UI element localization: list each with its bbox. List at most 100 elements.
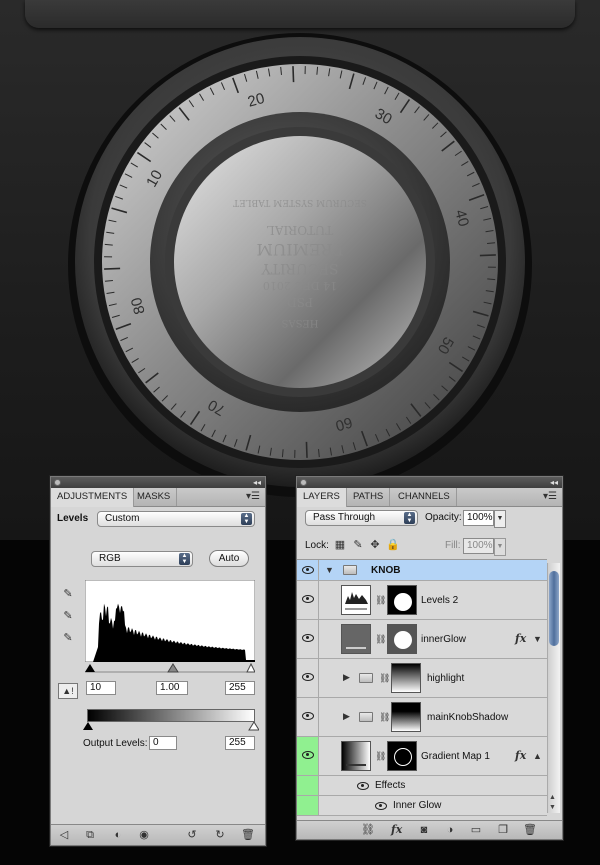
adjustment-layer-icon[interactable]: ◑: [443, 823, 457, 837]
panel-menu-icon[interactable]: ▾☰: [246, 491, 260, 502]
visibility-toggle[interactable]: [297, 737, 319, 775]
input-white-handle[interactable]: [246, 663, 255, 673]
collapse-icon[interactable]: ◂◂: [550, 477, 558, 488]
layer-row-knob[interactable]: ▼ KNOB: [297, 560, 547, 581]
expand-triangle-icon[interactable]: ▶: [343, 672, 350, 683]
new-group-icon[interactable]: ▭: [469, 823, 483, 837]
tab-paths[interactable]: PATHS: [347, 488, 391, 506]
link-layers-icon[interactable]: ⛓: [361, 823, 375, 837]
layer-mask-thumbnail[interactable]: [387, 624, 417, 654]
input-black-handle[interactable]: [85, 664, 95, 672]
fill-arrow-icon[interactable]: ▼: [494, 538, 506, 556]
eye-icon[interactable]: [357, 782, 369, 790]
output-white-handle[interactable]: [248, 722, 259, 731]
layers-scrollbar[interactable]: ▲ ▼: [547, 563, 560, 813]
add-style-icon[interactable]: fx: [391, 823, 402, 836]
white-eyedropper-icon[interactable]: ✎: [61, 631, 75, 645]
output-levels-slider[interactable]: [83, 722, 259, 731]
layer-row-gradient-map-1[interactable]: ⛓ Gradient Map 1 fx ▲: [297, 737, 547, 776]
input-white-field[interactable]: 255: [225, 681, 255, 695]
back-arrow-icon[interactable]: ◁: [57, 828, 71, 842]
channel-dropdown[interactable]: RGB ▲ ▼: [91, 551, 193, 567]
lock-label: Lock:: [305, 540, 329, 551]
lock-all-icon[interactable]: 🔒: [386, 538, 400, 552]
black-eyedropper-icon[interactable]: ✎: [61, 587, 75, 601]
dial-tick: [104, 267, 121, 270]
visibility-toggle[interactable]: [297, 560, 319, 580]
layer-mask-thumbnail[interactable]: [391, 663, 421, 693]
clip-to-layer-icon[interactable]: ⧉: [83, 828, 97, 842]
visibility-toggle[interactable]: [297, 620, 319, 658]
effects-toggle-icon[interactable]: ▼: [533, 634, 542, 644]
lock-position-icon[interactable]: ✥: [369, 538, 381, 552]
adjustments-titlebar[interactable]: ◂◂: [51, 477, 265, 488]
link-icon[interactable]: ⛓: [375, 595, 386, 606]
output-black-handle[interactable]: [83, 722, 93, 730]
fill-field[interactable]: 100%: [463, 538, 494, 554]
auto-button[interactable]: Auto: [209, 550, 249, 567]
reset-icon[interactable]: ↻: [213, 828, 227, 842]
reset-previous-icon[interactable]: ↺: [185, 828, 199, 842]
layer-row-levels-2[interactable]: ⛓ Levels 2: [297, 581, 547, 620]
opacity-label: Opacity:: [425, 512, 462, 523]
dropdown-arrows-icon: ▲ ▼: [179, 553, 190, 565]
close-icon[interactable]: [54, 479, 61, 486]
input-black-field[interactable]: 10: [86, 681, 116, 695]
new-layer-icon[interactable]: ❐: [496, 823, 510, 837]
layer-row-innerglow[interactable]: ⛓ innerGlow fx ▼: [297, 620, 547, 659]
lock-transparent-icon[interactable]: ▦: [334, 538, 346, 552]
expand-triangle-icon[interactable]: ▶: [343, 711, 350, 722]
visibility-icon[interactable]: ◉: [137, 828, 151, 842]
fx-icon[interactable]: fx: [515, 632, 526, 645]
preset-dropdown[interactable]: Custom ▲ ▼: [97, 511, 255, 527]
output-black-field[interactable]: 0: [149, 736, 177, 750]
panel-menu-icon[interactable]: ▾☰: [543, 491, 557, 502]
effects-toggle-icon[interactable]: ▲: [533, 751, 542, 761]
tab-channels[interactable]: CHANNELS: [392, 488, 457, 506]
eye-icon: [302, 566, 314, 574]
layer-row-effects[interactable]: Effects: [297, 776, 547, 796]
layer-row-inner-glow-effect[interactable]: Inner Glow: [297, 796, 547, 816]
scroll-thumb[interactable]: [549, 571, 559, 646]
link-icon[interactable]: ⛓: [379, 673, 390, 684]
gray-eyedropper-icon[interactable]: ✎: [61, 609, 75, 623]
layer-row-mainknobshadow[interactable]: ▶ ⛓ mainKnobShadow: [297, 698, 547, 737]
link-icon[interactable]: ⛓: [379, 712, 390, 723]
levels-label: Levels: [57, 513, 89, 524]
link-icon[interactable]: ⛓: [375, 751, 386, 762]
expand-triangle-icon[interactable]: ▼: [325, 565, 334, 575]
visibility-toggle[interactable]: [297, 698, 319, 736]
eye-icon[interactable]: [375, 802, 387, 810]
layer-row-highlight[interactable]: ▶ ⛓ highlight: [297, 659, 547, 698]
layer-mask-thumbnail[interactable]: [391, 702, 421, 732]
fx-icon[interactable]: fx: [515, 749, 526, 762]
opacity-field[interactable]: 100%: [463, 510, 494, 526]
scroll-down-icon[interactable]: ▼: [549, 804, 556, 811]
output-white-field[interactable]: 255: [225, 736, 255, 750]
close-icon[interactable]: [300, 479, 307, 486]
visibility-toggle[interactable]: [297, 581, 319, 619]
layer-mask-thumbnail[interactable]: [387, 741, 417, 771]
link-icon[interactable]: ⛓: [375, 634, 386, 645]
opacity-arrow-icon[interactable]: ▼: [494, 510, 506, 528]
clipping-warning-icon[interactable]: ▲!: [58, 683, 78, 699]
output-gradient: [87, 709, 255, 722]
mask-icon[interactable]: ◐: [111, 828, 125, 842]
input-levels-slider[interactable]: [85, 663, 255, 673]
layer-thumbnail[interactable]: [341, 624, 371, 654]
scroll-up-icon[interactable]: ▲: [549, 794, 556, 801]
trash-icon[interactable]: 🗑: [523, 823, 537, 837]
input-gamma-field[interactable]: 1.00: [156, 681, 188, 695]
layers-titlebar[interactable]: ◂◂: [297, 477, 562, 488]
input-gamma-handle[interactable]: [167, 663, 179, 673]
visibility-toggle[interactable]: [297, 659, 319, 697]
add-mask-icon[interactable]: ◙: [417, 823, 431, 837]
lock-image-icon[interactable]: ✎: [352, 538, 364, 552]
trash-icon[interactable]: 🗑: [241, 828, 255, 842]
layer-mask-thumbnail[interactable]: [387, 585, 417, 615]
tab-adjustments[interactable]: ADJUSTMENTS: [51, 488, 135, 507]
tab-layers[interactable]: LAYERS: [297, 488, 347, 507]
tab-masks[interactable]: MASKS: [131, 488, 178, 506]
collapse-icon[interactable]: ◂◂: [253, 477, 261, 488]
blend-mode-dropdown[interactable]: Pass Through ▲ ▼: [305, 510, 418, 526]
